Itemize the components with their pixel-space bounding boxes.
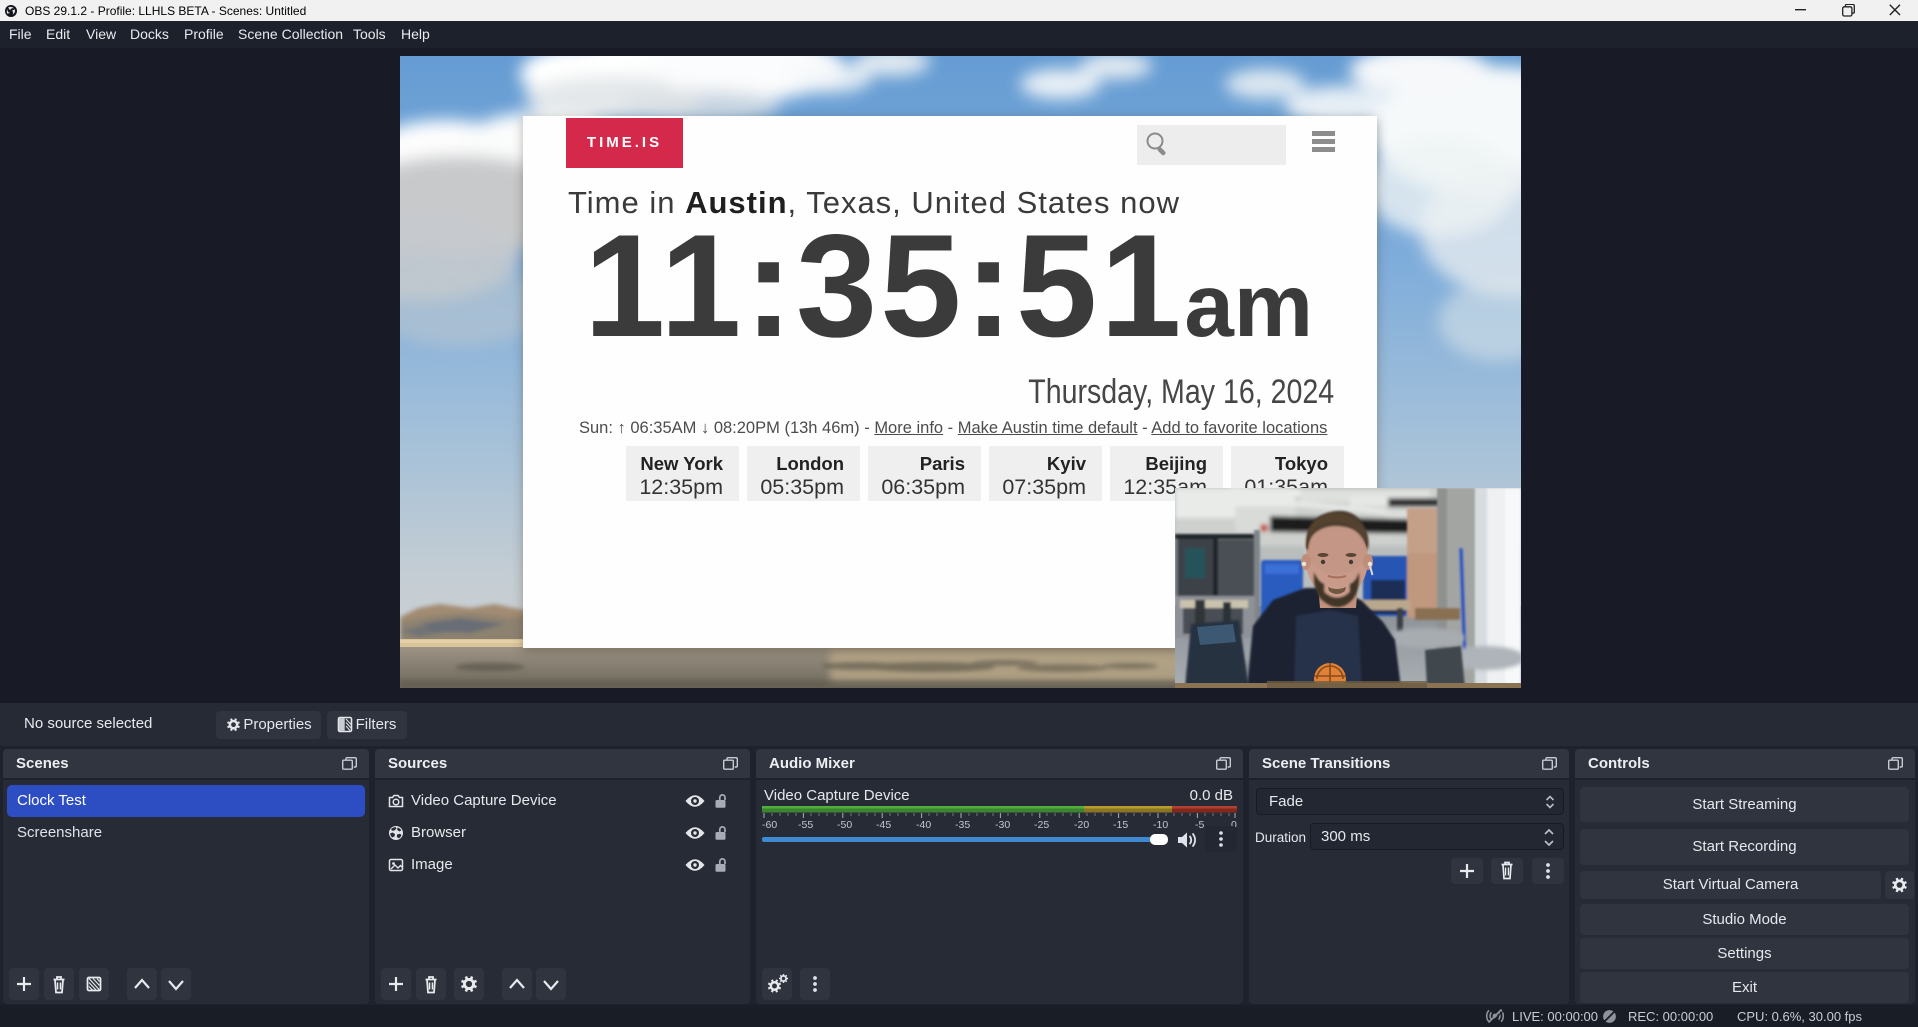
svg-text:-10: -10	[1153, 819, 1168, 830]
svg-text:-20: -20	[1074, 819, 1089, 830]
svg-text:-35: -35	[955, 819, 970, 830]
svg-text:-30: -30	[995, 819, 1010, 830]
svg-text:-55: -55	[798, 819, 813, 830]
svg-text:-60: -60	[762, 819, 777, 830]
svg-text:-5: -5	[1195, 819, 1204, 830]
svg-text:-15: -15	[1113, 819, 1128, 830]
svg-text:-40: -40	[916, 819, 931, 830]
svg-text:-45: -45	[876, 819, 891, 830]
svg-text:-25: -25	[1034, 819, 1049, 830]
svg-text:-50: -50	[837, 819, 852, 830]
